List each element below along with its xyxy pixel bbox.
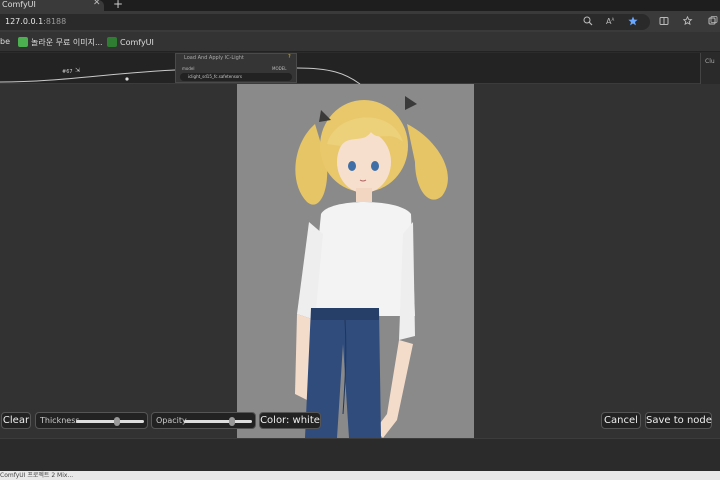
thickness-label: Thickness: [40, 416, 80, 425]
url-text: 127.0.0.1:8188: [5, 17, 66, 26]
thickness-track[interactable]: [76, 420, 144, 423]
favorites-icon[interactable]: [682, 15, 693, 29]
comfyui-app: #67 ⇲ Load And Apply IC-Light ? model MO…: [0, 53, 720, 471]
bookmark-item[interactable]: be: [0, 37, 10, 46]
tab-title: ComfyUI: [2, 0, 36, 9]
node-links: [0, 67, 361, 84]
clear-button[interactable]: Clear: [1, 412, 31, 429]
collections-icon[interactable]: [708, 16, 718, 29]
node-model-widget[interactable]: iclight_sd15_fc.safetensors: [180, 73, 292, 81]
screen: ComfyUI ✕ + 127.0.0.1:8188 AA be 놀라운 무료: [0, 0, 720, 480]
ic-light-node[interactable]: Load And Apply IC-Light ? model MODEL ic…: [175, 53, 297, 83]
node-input-label[interactable]: model: [182, 66, 194, 71]
bookmark-favicon-icon: [107, 37, 117, 47]
url-host: 127.0.0.1: [5, 17, 44, 26]
read-aloud-icon[interactable]: AA: [606, 16, 616, 29]
os-taskbar: ComfyUI 프로젝트 2 Mix...: [0, 471, 720, 480]
browser-tab[interactable]: ComfyUI ✕: [0, 0, 104, 11]
zoom-icon[interactable]: [583, 16, 593, 29]
tab-strip: ComfyUI ✕ +: [0, 0, 720, 11]
opacity-label: Opacity: [156, 416, 187, 425]
svg-text:A: A: [612, 17, 615, 22]
opacity-slider[interactable]: Opacity: [151, 412, 256, 429]
node-output-label[interactable]: MODEL: [272, 66, 286, 71]
cancel-button[interactable]: Cancel: [601, 412, 641, 429]
node-widget-value: iclight_sd15_fc.safetensors: [188, 74, 242, 79]
taskbar-text: ComfyUI 프로젝트 2 Mix...: [0, 472, 74, 479]
close-tab-icon[interactable]: ✕: [93, 0, 101, 8]
bookmark-label: 놀라운 무료 이미지...: [31, 38, 103, 47]
node-graph-canvas[interactable]: #67 ⇲ Load And Apply IC-Light ? model MO…: [0, 53, 720, 84]
thickness-slider-thumb[interactable]: [113, 417, 120, 426]
bookmarks-bar: be 놀라운 무료 이미지... ComfyUI: [0, 32, 720, 52]
right-side-panel: Clu: [700, 53, 720, 84]
pin-icon: ⇲: [75, 67, 81, 74]
save-to-node-button[interactable]: Save to node: [645, 412, 712, 429]
side-panel-label: Clu: [705, 58, 715, 65]
bookmark-label: be: [0, 37, 10, 46]
bookmark-label: ComfyUI: [120, 38, 154, 47]
brush-color-button[interactable]: Color: white: [259, 412, 321, 429]
thickness-slider[interactable]: Thickness: [35, 412, 148, 429]
opacity-slider-thumb[interactable]: [228, 417, 235, 426]
opacity-track[interactable]: [184, 420, 252, 423]
bookmark-item[interactable]: 놀라운 무료 이미지...: [18, 37, 103, 48]
image-preview[interactable]: [237, 84, 474, 438]
character-illustration: [237, 84, 474, 438]
bookmark-favicon-icon: [18, 37, 28, 47]
url-port: :8188: [43, 17, 67, 26]
node-title: Load And Apply IC-Light: [184, 55, 244, 61]
favorite-star-icon[interactable]: [628, 16, 638, 29]
split-screen-icon[interactable]: [659, 16, 669, 29]
address-row: 127.0.0.1:8188 AA: [0, 11, 720, 32]
node-id-badge: #67: [62, 69, 73, 75]
mask-editor-toolbar: [0, 438, 720, 471]
mask-editor: [0, 84, 720, 438]
bookmark-item[interactable]: ComfyUI: [107, 37, 154, 47]
new-tab-icon[interactable]: +: [113, 0, 123, 11]
address-bar[interactable]: 127.0.0.1:8188: [0, 14, 650, 30]
help-icon[interactable]: ?: [288, 54, 291, 60]
